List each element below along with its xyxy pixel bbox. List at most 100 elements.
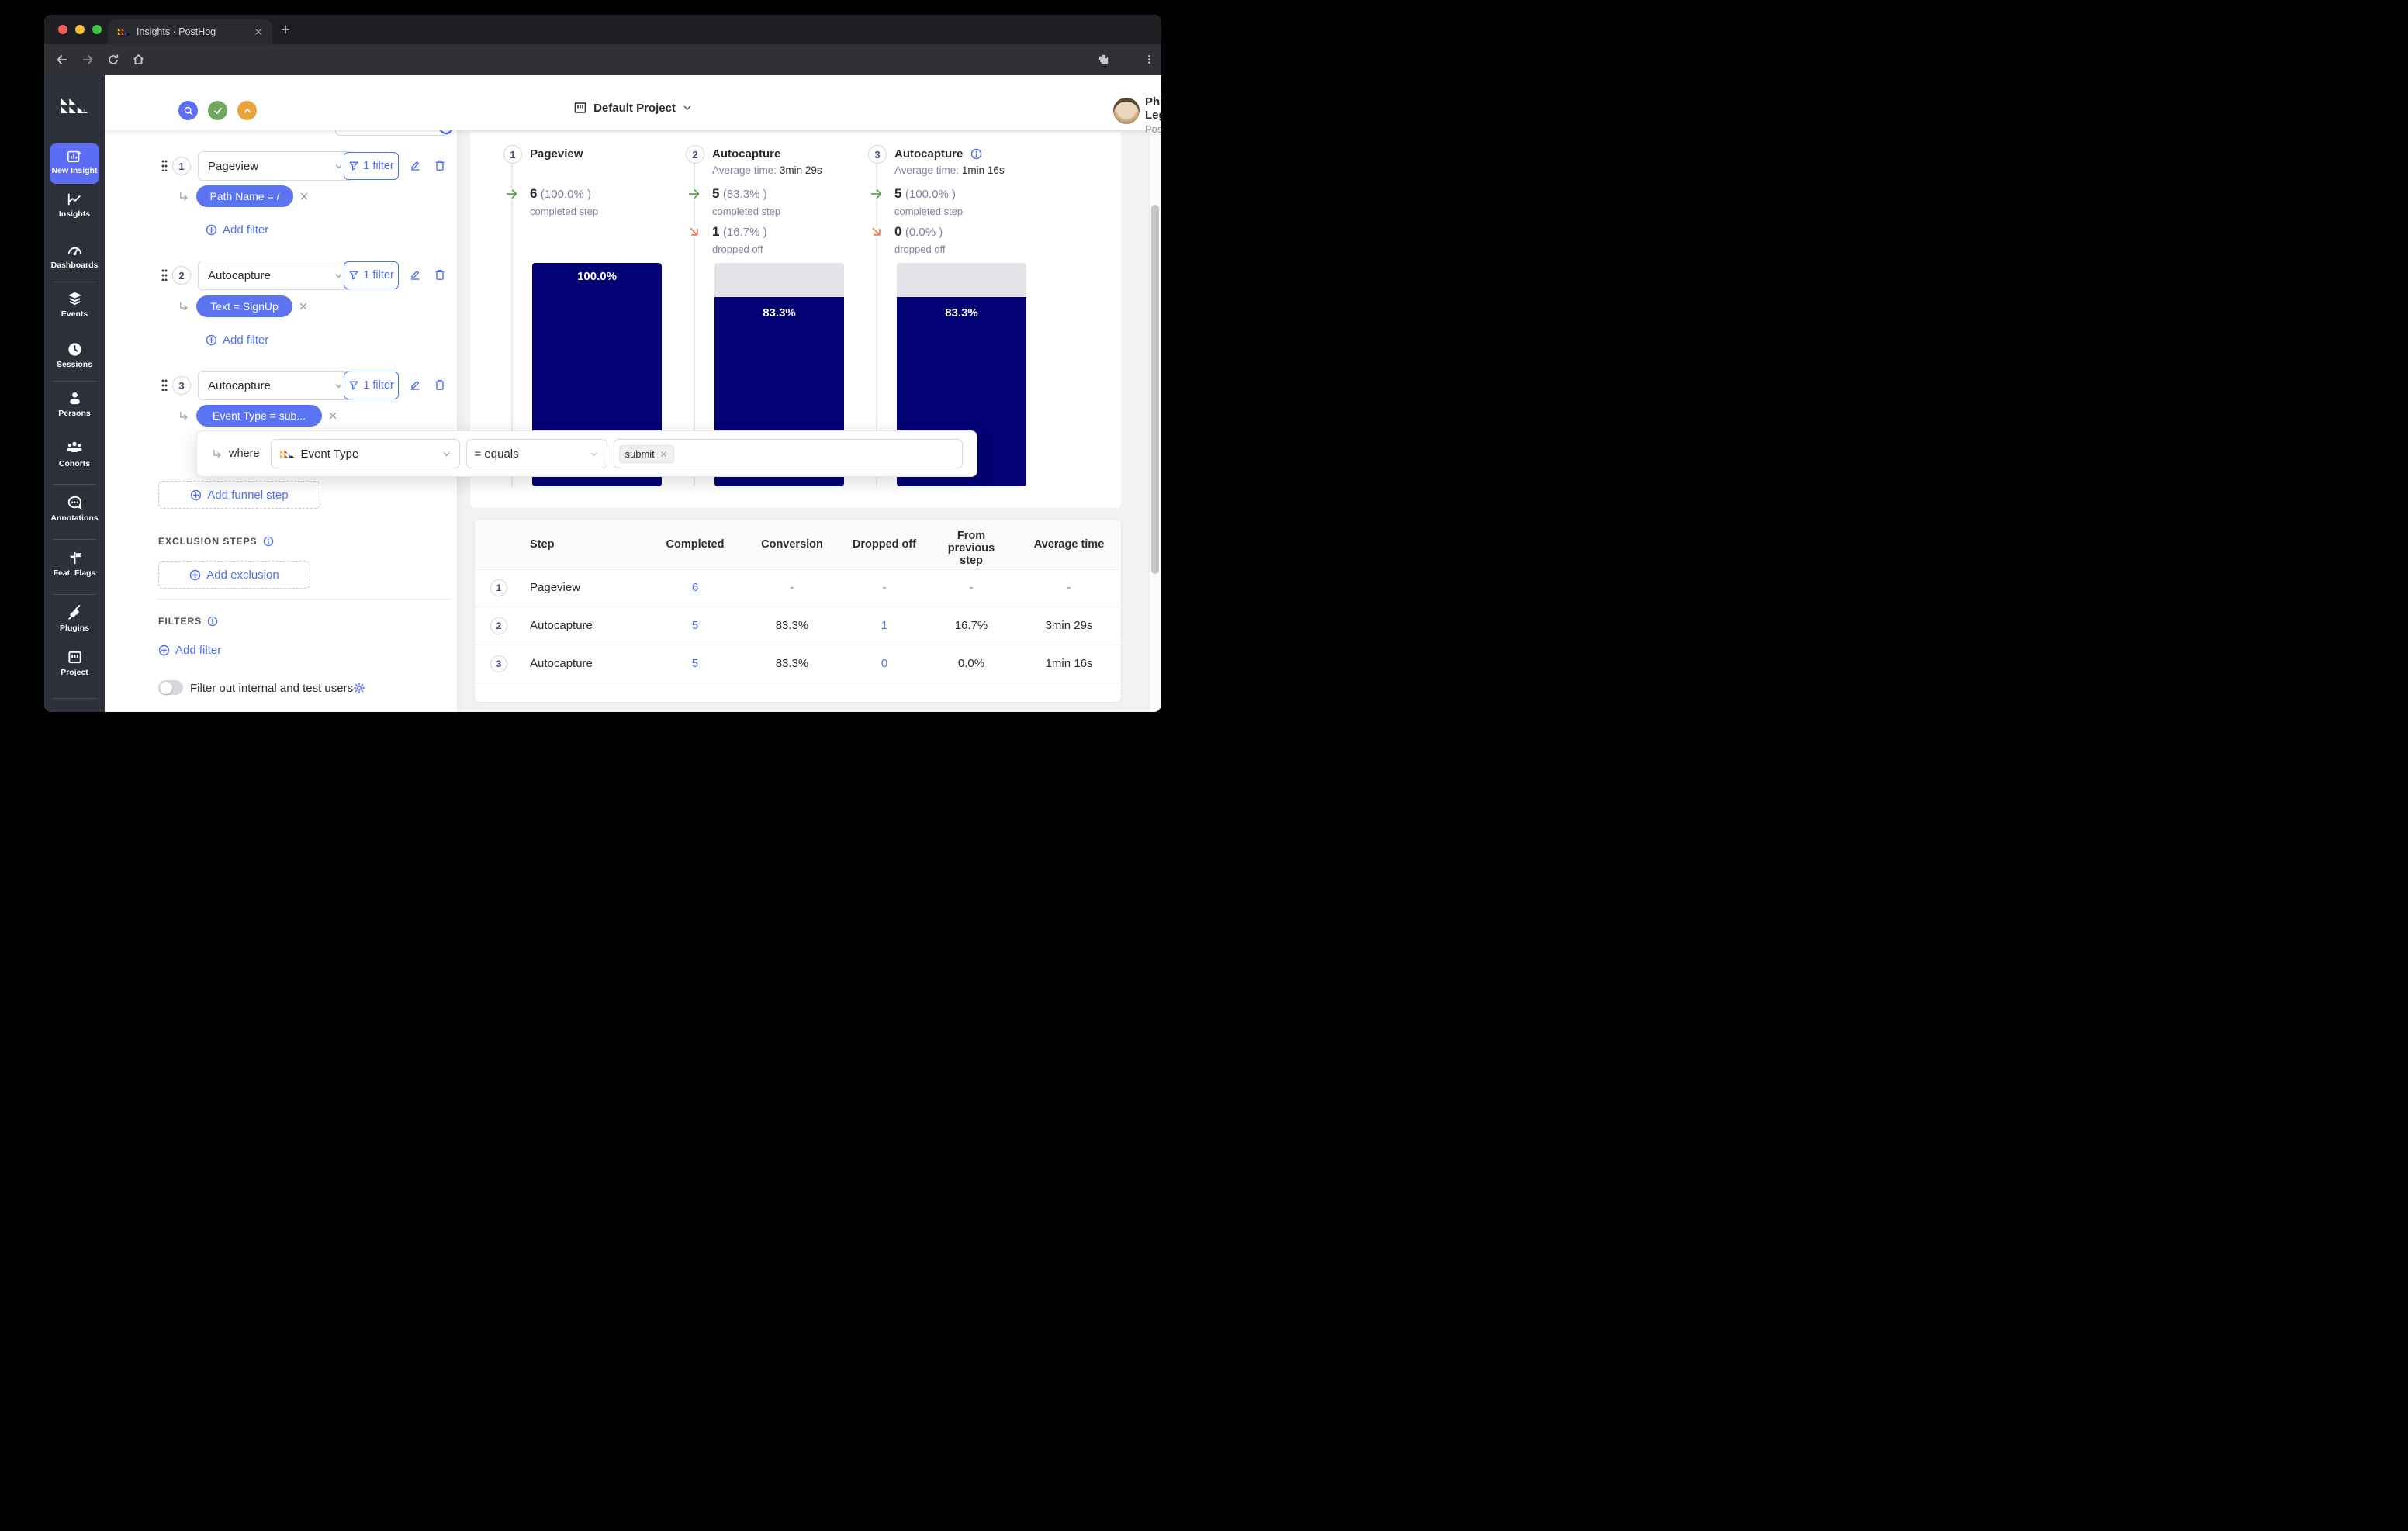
- step-filter-count-button[interactable]: 1 filter: [344, 372, 399, 399]
- property-filter-chip[interactable]: Event Type = sub...: [196, 405, 322, 427]
- sidebar-item-persons[interactable]: Persons: [44, 390, 105, 418]
- drag-handle-icon[interactable]: [161, 378, 168, 391]
- drag-handle-icon[interactable]: [161, 159, 168, 171]
- edit-pencil-icon[interactable]: [409, 159, 421, 171]
- internal-users-toggle[interactable]: [158, 680, 183, 695]
- sidebar-divider: [53, 484, 96, 485]
- info-icon[interactable]: [970, 148, 982, 160]
- add-filter-link[interactable]: Add filter: [206, 334, 268, 347]
- traffic-light-zoom[interactable]: [92, 25, 102, 34]
- delete-trash-icon[interactable]: [434, 159, 446, 171]
- edit-pencil-icon[interactable]: [409, 268, 421, 281]
- chevron-up-icon: [242, 105, 253, 116]
- chevron-down-icon: [334, 381, 344, 391]
- dropped-caption: dropped off: [712, 244, 763, 255]
- property-key-select[interactable]: Event Type: [270, 439, 460, 468]
- col-header-conversion[interactable]: Conversion: [753, 538, 831, 551]
- remove-filter-x-icon[interactable]: [298, 301, 309, 312]
- col-header-dropped-off[interactable]: Dropped off: [846, 538, 923, 551]
- plus-circle-icon: [206, 224, 217, 236]
- user-info[interactable]: Phil Leggetter PostHog: [1145, 95, 1161, 135]
- extensions-puzzle-icon[interactable]: [1098, 54, 1109, 65]
- browser-tab[interactable]: Insights · PostHog: [108, 19, 272, 44]
- forward-icon[interactable]: [81, 54, 95, 66]
- step-event-value: Autocapture: [208, 378, 271, 392]
- user-avatar[interactable]: [1113, 98, 1140, 124]
- back-icon[interactable]: [55, 54, 69, 66]
- remove-tag-x-icon[interactable]: [659, 450, 668, 458]
- tab-close-icon[interactable]: [254, 27, 263, 36]
- add-exclusion-button[interactable]: Add exclusion: [158, 561, 310, 589]
- step-filter-count-button[interactable]: 1 filter: [344, 152, 399, 180]
- info-icon[interactable]: [263, 536, 274, 547]
- command-palette-button[interactable]: [178, 101, 198, 120]
- user-name: Phil Leggetter: [1145, 95, 1161, 122]
- completed-count: 6: [530, 186, 538, 201]
- step-event-select[interactable]: Pageview: [198, 151, 354, 181]
- col-header-completed[interactable]: Completed: [656, 538, 734, 551]
- traffic-light-minimize[interactable]: [75, 25, 85, 34]
- drag-handle-icon[interactable]: [161, 268, 168, 281]
- completed-stat[interactable]: 5 (100.0% ): [894, 186, 956, 202]
- step-event-select[interactable]: Autocapture: [198, 371, 354, 400]
- completed-stat[interactable]: 5 (83.3% ): [712, 186, 767, 202]
- row-dropped[interactable]: 0: [846, 657, 923, 670]
- sidebar-item-events[interactable]: Events: [44, 291, 105, 319]
- row-dropped[interactable]: 1: [846, 619, 923, 632]
- sidebar-item-cohorts[interactable]: Cohorts: [44, 440, 105, 468]
- dropped-stat[interactable]: 1 (16.7% ): [712, 224, 767, 240]
- sidebar-item-plugins[interactable]: Plugins: [44, 605, 105, 633]
- sidebar-item-sessions[interactable]: Sessions: [44, 341, 105, 369]
- row-completed[interactable]: 6: [656, 581, 734, 594]
- home-icon[interactable]: [132, 53, 145, 66]
- row-completed[interactable]: 5: [656, 619, 734, 632]
- browser-tab-strip: Insights · PostHog: [44, 15, 1161, 44]
- global-add-filter-link[interactable]: Add filter: [158, 644, 221, 657]
- step-filter-count-button[interactable]: 1 filter: [344, 261, 399, 289]
- col-header-average-time[interactable]: Average time: [1030, 538, 1108, 551]
- edit-pencil-icon[interactable]: [409, 378, 421, 391]
- browser-menu-kebab-icon[interactable]: [1143, 54, 1155, 65]
- sidebar-item-insights[interactable]: Insights: [44, 192, 105, 219]
- average-time-value: 3min 29s: [779, 164, 822, 176]
- new-tab-icon[interactable]: [280, 24, 291, 35]
- funnel-filter-icon: [348, 270, 359, 281]
- corner-arrow-icon: [178, 410, 189, 422]
- warnings-button[interactable]: [237, 101, 257, 120]
- reload-icon[interactable]: [107, 54, 119, 66]
- property-filter-chip[interactable]: Text = SignUp: [196, 295, 292, 317]
- gauge-icon: [67, 242, 83, 258]
- property-value-input[interactable]: submit: [613, 439, 963, 468]
- remove-filter-x-icon[interactable]: [299, 191, 310, 202]
- sidebar-item-feature-flags[interactable]: Feat. Flags: [44, 550, 105, 578]
- add-funnel-step-button[interactable]: Add funnel step: [158, 481, 320, 509]
- step-event-select[interactable]: Autocapture: [198, 261, 354, 290]
- add-filter-link[interactable]: Add filter: [206, 223, 268, 237]
- completed-stat[interactable]: 6 (100.0% ): [530, 186, 591, 202]
- property-filter-chip[interactable]: Path Name = /: [196, 185, 293, 207]
- dropped-stat[interactable]: 0 (0.0% ): [894, 224, 943, 240]
- traffic-light-close[interactable]: [58, 25, 67, 34]
- row-completed[interactable]: 5: [656, 657, 734, 670]
- project-switcher[interactable]: Default Project: [573, 101, 693, 115]
- sidebar-divider: [53, 594, 96, 595]
- events-ok-status-button[interactable]: [208, 101, 227, 120]
- scrollbar-thumb[interactable]: [1151, 205, 1159, 574]
- clock-icon: [67, 341, 83, 358]
- col-header-step[interactable]: Step: [530, 538, 554, 551]
- value-tag[interactable]: submit: [618, 444, 674, 463]
- delete-trash-icon[interactable]: [434, 378, 446, 391]
- sidebar-item-project[interactable]: Project: [44, 649, 105, 677]
- sidebar-item-annotations[interactable]: Annotations: [44, 495, 105, 523]
- info-icon[interactable]: [207, 616, 218, 627]
- delete-trash-icon[interactable]: [434, 268, 446, 281]
- gear-icon[interactable]: [353, 682, 365, 694]
- row-step-badge: 2: [490, 617, 507, 634]
- posthog-logo[interactable]: [60, 97, 89, 116]
- remove-filter-x-icon[interactable]: [327, 410, 338, 421]
- row-step-badge: 1: [490, 579, 507, 596]
- operator-select[interactable]: = equals: [465, 439, 607, 468]
- sidebar-item-dashboards[interactable]: Dashboards: [44, 242, 105, 270]
- col-header-from-previous-step[interactable]: From previous step: [936, 530, 1006, 567]
- chevron-down-icon: [334, 161, 344, 171]
